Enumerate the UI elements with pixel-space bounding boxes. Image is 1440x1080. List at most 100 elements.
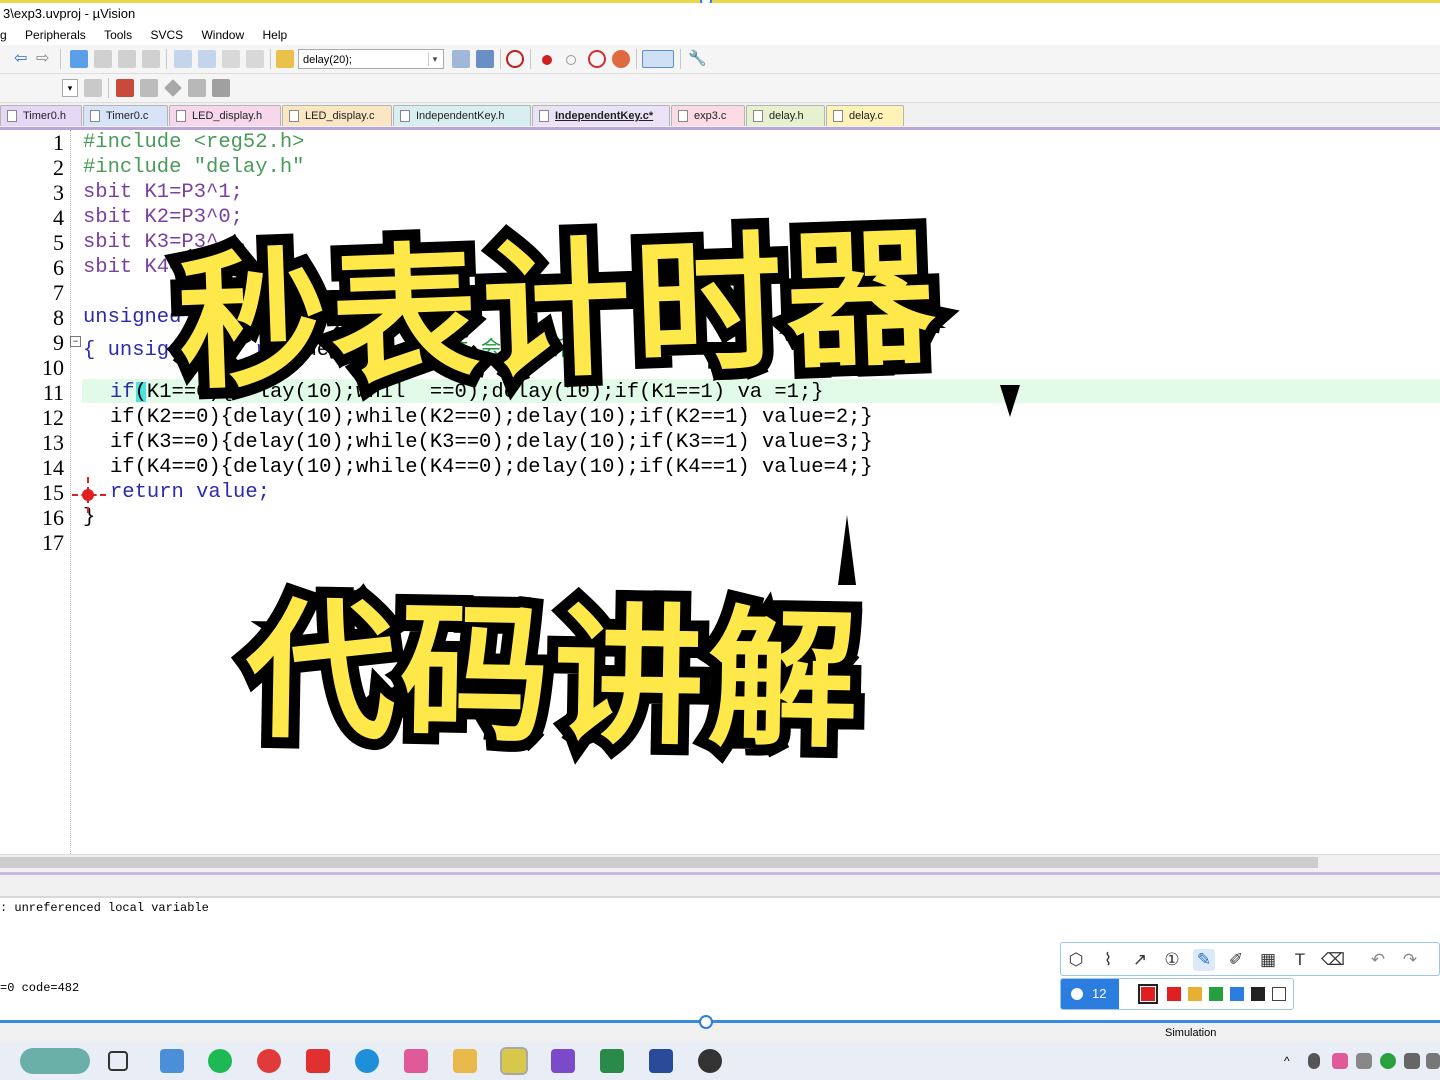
tray-chevron-icon[interactable]: ^	[1284, 1054, 1298, 1068]
wrench-icon[interactable]: 🔧	[688, 50, 707, 68]
tray-network-icon[interactable]	[1426, 1053, 1440, 1069]
line-number-gutter: 1 2 3 4 5 6 7 8 9 10 11 12 13 14 15 16 1…	[0, 130, 68, 854]
menu-window[interactable]: Window	[201, 25, 244, 45]
brush-size-selector[interactable]: 12	[1061, 979, 1119, 1009]
insert-breakpoint-icon[interactable]	[542, 55, 552, 65]
color-swatch-red-selected[interactable]	[1138, 984, 1158, 1004]
speech-spike-right	[1000, 385, 1020, 417]
youdao-icon[interactable]	[306, 1049, 330, 1073]
spotify-icon[interactable]	[208, 1049, 232, 1073]
brush-size-value: 12	[1092, 986, 1107, 1001]
mosaic-icon[interactable]: ▦	[1257, 949, 1279, 971]
open-file-icon[interactable]	[276, 50, 294, 68]
manage-project-icon[interactable]	[116, 79, 134, 97]
color-swatch-red[interactable]	[1167, 987, 1181, 1001]
incremental-find-icon[interactable]	[476, 50, 494, 68]
scrollbar-thumb[interactable]	[0, 857, 1318, 868]
find-in-files-icon[interactable]	[452, 50, 470, 68]
line-number: 10	[42, 355, 64, 380]
pen-icon[interactable]: ✎	[1193, 949, 1215, 971]
netease-music-icon[interactable]	[257, 1049, 281, 1073]
visual-studio-icon[interactable]	[551, 1049, 575, 1073]
tab-timer0-h[interactable]: Timer0.h	[0, 105, 82, 126]
pack-installer-icon[interactable]	[140, 79, 158, 97]
tab-timer0-c[interactable]: Timer0.c	[83, 105, 168, 126]
file-icon	[289, 110, 299, 122]
tab-led-display-c[interactable]: LED_display.c	[282, 105, 392, 126]
tab-label: LED_display.c	[305, 110, 375, 122]
menu-peripherals[interactable]: Peripherals	[25, 25, 86, 45]
tab-label: Timer0.c	[106, 110, 149, 122]
debug-session-icon[interactable]	[506, 50, 524, 68]
window-layout-dropdown[interactable]	[642, 50, 674, 68]
bookmark-icon[interactable]	[70, 50, 88, 68]
cursor-marker-icon	[82, 489, 94, 501]
enable-breakpoint-icon[interactable]	[566, 55, 576, 65]
tab-independentkey-c[interactable]: IndependentKey.c*	[532, 105, 670, 126]
select-packs-icon[interactable]	[164, 79, 182, 97]
tab-delay-c[interactable]: delay.c	[826, 105, 904, 126]
bilibili-tray-icon[interactable]	[1332, 1053, 1348, 1069]
target-dropdown-chevron-icon[interactable]: ▾	[62, 79, 78, 97]
widgets-icon[interactable]	[20, 1048, 90, 1074]
bilibili-icon[interactable]	[404, 1049, 428, 1073]
color-swatch-white[interactable]	[1272, 987, 1286, 1001]
stc-tool-icon[interactable]	[600, 1049, 624, 1073]
eraser-icon[interactable]: ⌫	[1321, 949, 1345, 971]
file-explorer-icon[interactable]	[453, 1049, 477, 1073]
undo-icon[interactable]: ↶	[1367, 949, 1389, 971]
shape-icon[interactable]: ⬡	[1065, 949, 1087, 971]
obs-icon[interactable]	[698, 1049, 722, 1073]
files-app-icon[interactable]	[160, 1049, 184, 1073]
menu-svcs[interactable]: SVCS	[150, 25, 183, 45]
line-number: 8	[53, 305, 64, 330]
chevron-down-icon[interactable]: ▾	[428, 52, 441, 66]
uncomment-icon[interactable]	[246, 50, 264, 68]
color-swatch-yellow[interactable]	[1188, 987, 1202, 1001]
disable-breakpoints-icon[interactable]	[588, 50, 606, 68]
color-swatch-blue[interactable]	[1230, 987, 1244, 1001]
menu-debug[interactable]: g	[0, 25, 7, 45]
tray-app-icon[interactable]	[1356, 1053, 1372, 1069]
manage-rte-icon[interactable]	[188, 79, 206, 97]
editor-horizontal-scrollbar[interactable]	[0, 854, 1440, 871]
menu-help[interactable]: Help	[263, 25, 288, 45]
edge-browser-icon[interactable]	[355, 1049, 379, 1073]
capture-bottom-handle[interactable]	[699, 1015, 713, 1029]
wechat-icon[interactable]	[1380, 1053, 1396, 1069]
polyline-icon[interactable]: ⌇	[1097, 949, 1119, 971]
tab-led-display-h[interactable]: LED_display.h	[169, 105, 281, 126]
color-swatch-black[interactable]	[1251, 987, 1265, 1001]
keil-uvision-icon[interactable]	[500, 1047, 528, 1075]
color-swatch-green[interactable]	[1209, 987, 1223, 1001]
unindent-icon[interactable]	[198, 50, 216, 68]
clear-bookmarks-icon[interactable]	[142, 50, 160, 68]
indent-icon[interactable]	[174, 50, 192, 68]
menu-tools[interactable]: Tools	[104, 25, 132, 45]
kill-breakpoints-icon[interactable]	[612, 50, 630, 68]
arrow-icon[interactable]: ↗	[1129, 949, 1151, 971]
software-components-icon[interactable]	[212, 79, 230, 97]
file-tab-bar: Timer0.h Timer0.c LED_display.h LED_disp…	[0, 103, 1440, 130]
comment-icon[interactable]	[222, 50, 240, 68]
fold-collapse-icon[interactable]: −	[70, 336, 81, 347]
prev-bookmark-icon[interactable]	[94, 50, 112, 68]
task-view-icon[interactable]	[108, 1051, 128, 1071]
tab-independentkey-h[interactable]: IndependentKey.h	[393, 105, 531, 126]
taskbar: ^	[0, 1042, 1440, 1080]
next-bookmark-icon[interactable]	[118, 50, 136, 68]
nav-back-icon[interactable]: ⇦	[14, 50, 32, 68]
tab-delay-h[interactable]: delay.h	[746, 105, 825, 126]
highlighter-icon[interactable]: ✐	[1225, 949, 1247, 971]
target-options-icon[interactable]	[84, 79, 102, 97]
tab-exp3-c[interactable]: exp3.c	[671, 105, 745, 126]
redo-icon[interactable]: ↷	[1399, 949, 1421, 971]
panel-splitter[interactable]	[0, 872, 1440, 898]
tray-settings-icon[interactable]	[1404, 1053, 1420, 1069]
stc-isp-icon[interactable]	[649, 1049, 673, 1073]
number-icon[interactable]: ①	[1161, 949, 1183, 971]
text-icon[interactable]: T	[1289, 949, 1311, 971]
microphone-icon[interactable]	[1308, 1053, 1320, 1069]
find-combobox[interactable]: delay(20); ▾	[298, 49, 444, 69]
nav-forward-icon[interactable]: ⇨	[36, 50, 54, 68]
